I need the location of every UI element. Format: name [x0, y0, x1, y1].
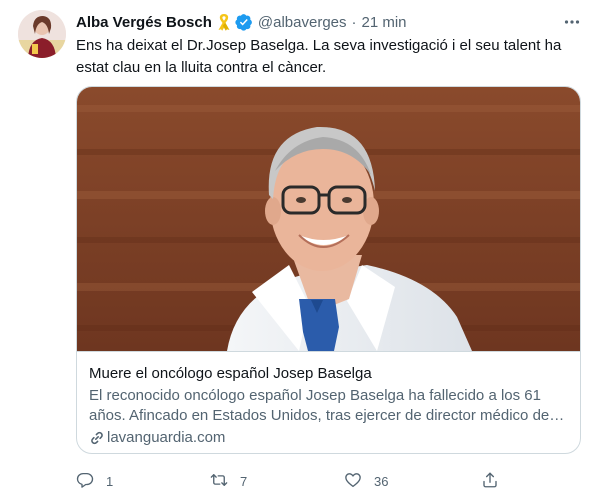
more-icon[interactable] — [562, 12, 582, 32]
yellow-ribbon-icon — [217, 13, 231, 31]
reply-count: 1 — [106, 473, 114, 489]
reply-button[interactable]: 1 — [76, 470, 113, 492]
share-button[interactable] — [481, 470, 499, 492]
tweet-text: Ens ha deixat el Dr.Josep Baselga. La se… — [76, 37, 562, 76]
author-name[interactable]: Alba Vergés Bosch — [76, 14, 212, 31]
card-domain: lavanguardia.com — [89, 428, 568, 448]
retweet-button[interactable]: 7 — [210, 470, 247, 492]
like-icon — [344, 471, 362, 492]
card-image — [77, 87, 580, 351]
tweet-actions: 1 7 36 — [76, 470, 506, 492]
retweet-count: 7 — [240, 473, 248, 489]
tweet-header: Alba Vergés Bosch @albaverges · 21 min — [76, 12, 407, 32]
author-handle[interactable]: @albaverges — [258, 14, 347, 31]
link-icon — [89, 430, 105, 446]
tweet-timestamp[interactable]: 21 min — [362, 14, 407, 31]
like-button[interactable]: 36 — [344, 470, 388, 492]
separator-dot: · — [351, 13, 357, 31]
reply-icon — [76, 471, 94, 492]
card-description: El reconocido oncólogo español Josep Bas… — [89, 387, 553, 424]
share-icon — [481, 471, 499, 492]
avatar[interactable] — [18, 10, 66, 58]
like-count: 36 — [374, 473, 389, 489]
verified-badge-icon — [235, 13, 253, 31]
link-card[interactable]: Muere el oncólogo español Josep Baselga … — [76, 86, 581, 454]
card-title: Muere el oncólogo español Josep Baselga — [89, 365, 372, 382]
card-body: Muere el oncólogo español Josep Baselga … — [77, 351, 580, 453]
tweet[interactable]: Alba Vergés Bosch @albaverges · 21 min E… — [0, 0, 599, 497]
card-domain-text: lavanguardia.com — [107, 429, 226, 446]
retweet-icon — [210, 471, 228, 492]
